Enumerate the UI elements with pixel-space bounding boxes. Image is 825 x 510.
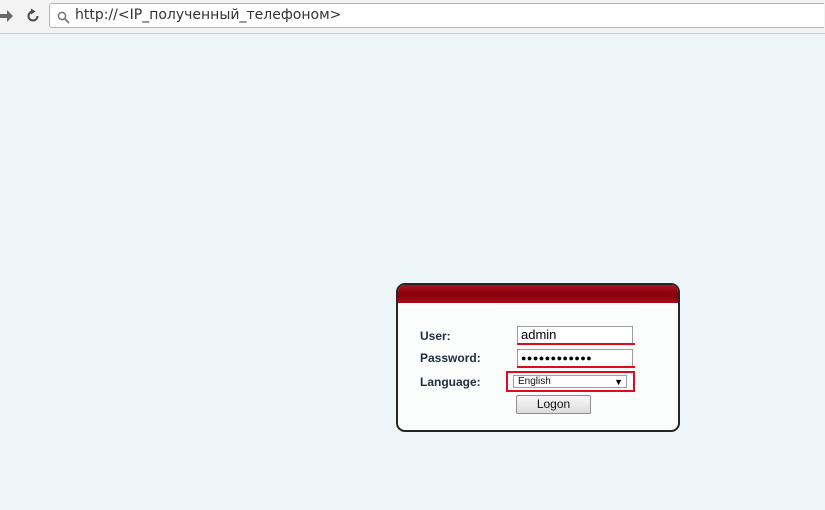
- panel-header-bar: [398, 285, 678, 303]
- logon-button[interactable]: Logon: [516, 395, 591, 414]
- browser-toolbar: http://<IP_полученный_телефоном>: [0, 0, 825, 34]
- user-label: User:: [420, 329, 451, 343]
- search-icon: [57, 9, 70, 28]
- language-label: Language:: [420, 375, 481, 389]
- password-label: Password:: [420, 351, 481, 365]
- password-field-highlight: [517, 366, 635, 368]
- user-field[interactable]: admin: [517, 326, 633, 344]
- language-select[interactable]: English ▼: [513, 375, 627, 388]
- language-select-value: English: [518, 376, 551, 387]
- language-highlight-box: English ▼: [506, 371, 635, 392]
- forward-arrow-icon[interactable]: [0, 6, 16, 26]
- url-text[interactable]: http://<IP_полученный_телефоном>: [75, 7, 341, 23]
- address-bar[interactable]: http://<IP_полученный_телефоном>: [49, 3, 824, 28]
- password-field[interactable]: ●●●●●●●●●●●●: [517, 349, 633, 367]
- reload-icon[interactable]: [23, 6, 43, 26]
- dropdown-arrow-icon[interactable]: ▼: [614, 376, 623, 388]
- user-field-highlight: [517, 343, 635, 345]
- login-panel: User: admin Password: ●●●●●●●●●●●● Langu…: [396, 283, 680, 432]
